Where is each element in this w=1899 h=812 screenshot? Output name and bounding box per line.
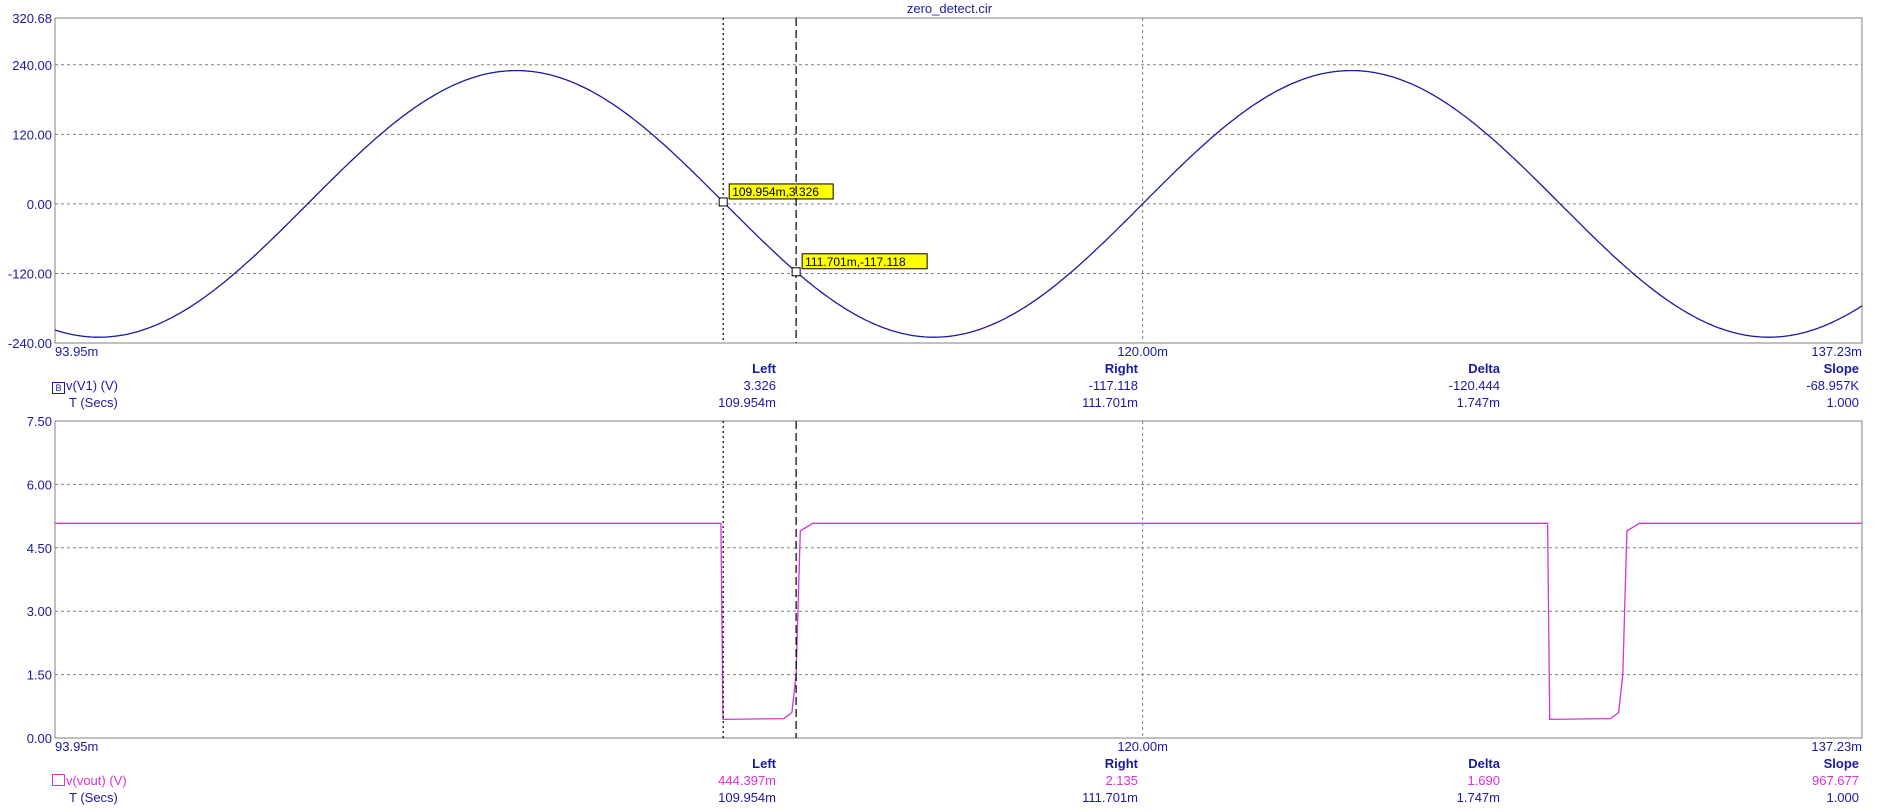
y-tick-label: 0.00: [27, 731, 52, 746]
plot-area[interactable]: 320.68240.00120.000.00-120.00-240.0093.9…: [0, 0, 1899, 812]
y-tick-label: 4.50: [27, 541, 52, 556]
series-line-vout: [55, 522, 1862, 721]
header-delta: Delta: [1468, 756, 1500, 771]
y-tick-label: 120.00: [12, 127, 52, 142]
header-slope: Slope: [1823, 756, 1859, 771]
header-slope: Slope: [1823, 361, 1859, 376]
plot-frame: [54, 420, 1863, 739]
x-tick-label: 120.00m: [1117, 739, 1168, 754]
v1-left-value: 3.326: [743, 378, 776, 393]
time-slope-value: 1.000: [1826, 395, 1859, 410]
x-tick-label: 93.95m: [55, 739, 98, 754]
x-tick-label: 93.95m: [55, 344, 98, 359]
x-tick-label: 120.00m: [1117, 344, 1168, 359]
vout-right-value: 2.135: [1105, 773, 1138, 788]
cursor-marker: [718, 197, 728, 207]
panel-2: 7.50 6.00 4.50 3.00 1.50 0.0093.95m 120.00m 137…: [27, 414, 1863, 754]
plot-frame: [54, 17, 1863, 344]
header-left: Left: [752, 756, 776, 771]
x-tick-label: 137.23m: [1811, 344, 1862, 359]
y-tick-label: -120.00: [8, 266, 52, 281]
y-tick-label: 1.50: [27, 668, 52, 683]
vout-slope-value: 967.677: [1812, 773, 1859, 788]
time-left-value: 109.954m: [718, 790, 776, 805]
panel-1: 320.68 240.00 120.00 0.00 -120.00 -240.0093.9…: [8, 11, 1863, 359]
header-right: Right: [1104, 361, 1138, 376]
trace-v1-name: v(V1) (V): [66, 378, 118, 393]
trace-v1-label[interactable]: Bv(V1) (V): [52, 378, 118, 394]
time-left-value: 109.954m: [718, 395, 776, 410]
time-slope-value: 1.000: [1826, 790, 1859, 805]
vout-delta-value: 1.690: [1467, 773, 1500, 788]
y-tick-label: 320.68: [12, 11, 52, 26]
y-tick-label: 3.00: [27, 604, 52, 619]
trace-vout-name: v(vout) (V): [66, 773, 127, 788]
x-tick-label: 137.23m: [1811, 739, 1862, 754]
y-tick-label: -240.00: [8, 336, 52, 351]
y-tick-label: 240.00: [12, 58, 52, 73]
trace-v1-marker[interactable]: B: [52, 382, 65, 394]
y-tick-label: 0.00: [27, 197, 52, 212]
y-tick-label: 6.00: [27, 477, 52, 492]
time-right-value: 111.701m: [1082, 790, 1138, 805]
time-delta-value: 1.747m: [1456, 395, 1500, 410]
time-axis-label: T (Secs): [69, 395, 118, 410]
time-delta-value: 1.747m: [1456, 790, 1500, 805]
v1-slope-value: -68.957K: [1806, 378, 1859, 393]
cursor-label: 109.954m,3.326: [732, 185, 819, 199]
trace-vout-label[interactable]: v(vout) (V): [52, 773, 127, 788]
y-tick-label: 7.50: [27, 414, 52, 429]
cursor-marker: [791, 267, 801, 277]
time-right-value: 111.701m: [1082, 395, 1138, 410]
v1-delta-value: -120.444: [1448, 378, 1500, 393]
time-axis-label: T (Secs): [69, 790, 118, 805]
vout-left-value: 444.397m: [718, 773, 776, 788]
header-delta: Delta: [1468, 361, 1500, 376]
cursor-label: 111.701m,-117.118: [805, 255, 906, 269]
v1-right-value: -117.118: [1088, 378, 1138, 393]
trace-vout-marker[interactable]: [52, 774, 65, 786]
header-left: Left: [752, 361, 776, 376]
header-right: Right: [1104, 756, 1138, 771]
